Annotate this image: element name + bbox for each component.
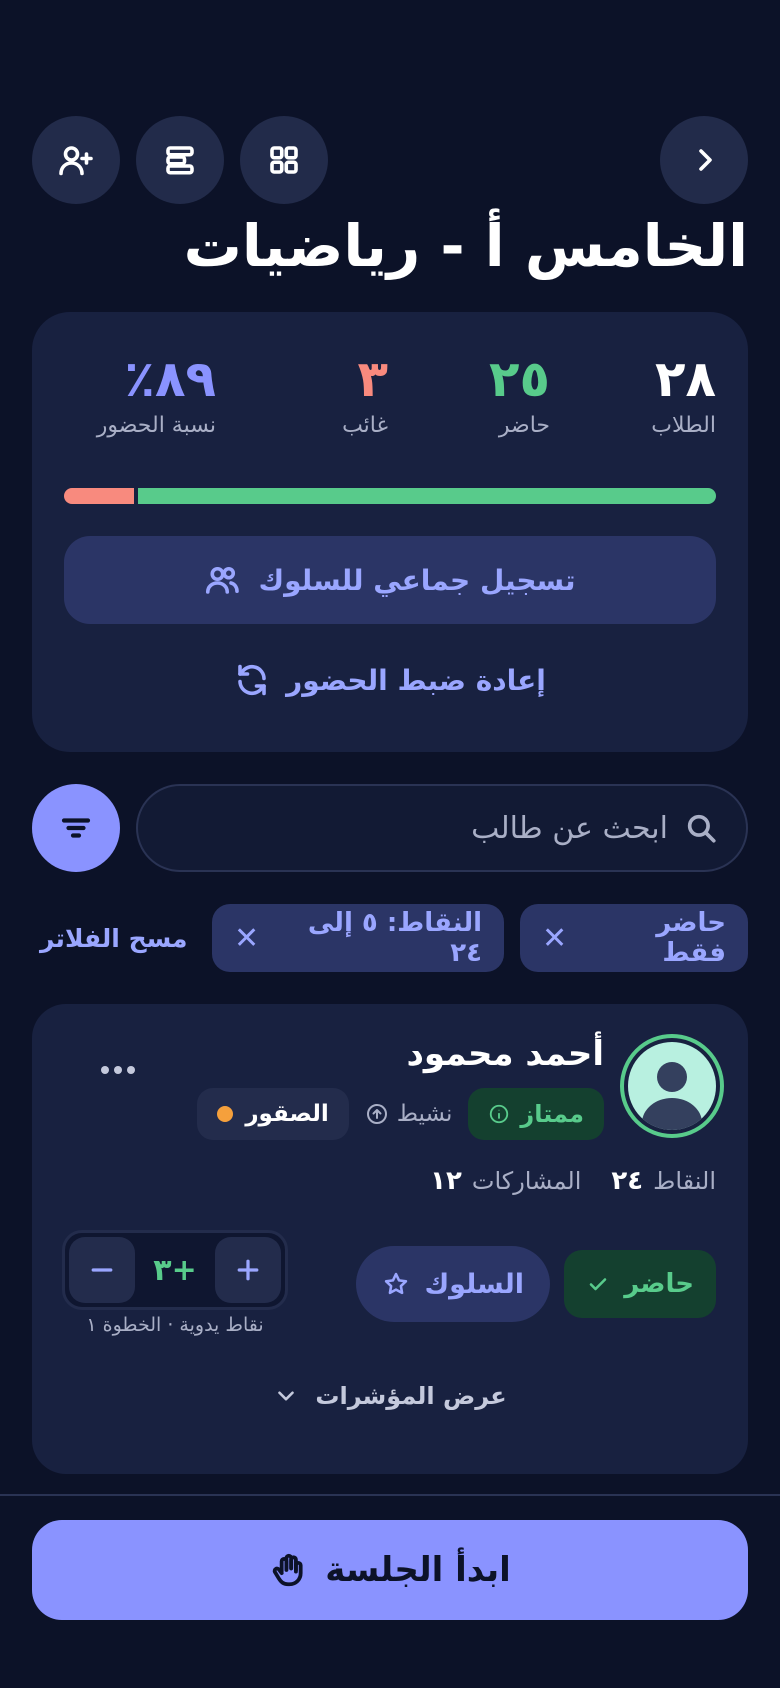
decrement-button[interactable] bbox=[69, 1237, 135, 1303]
team-color-dot bbox=[217, 1106, 234, 1122]
star-icon bbox=[385, 1272, 408, 1295]
avatar-head-shape bbox=[657, 1062, 687, 1092]
stepper-note: نقاط يدوية · الخطوة ١ bbox=[86, 1314, 264, 1336]
grid-view-button[interactable] bbox=[240, 116, 328, 204]
show-indicators-label: عرض المؤشرات bbox=[315, 1382, 507, 1410]
metric-points-value: ٢٤ bbox=[611, 1166, 644, 1196]
avatar-image bbox=[628, 1042, 716, 1130]
more-options-button[interactable] bbox=[88, 1050, 148, 1090]
filter-icon bbox=[61, 818, 91, 838]
level-badge: ممتاز bbox=[468, 1088, 604, 1140]
level-badge-label: ممتاز bbox=[520, 1100, 584, 1128]
filter-chip-label: النقاط: ٥ إلى ٢٤ bbox=[307, 908, 482, 968]
search-icon bbox=[687, 814, 716, 843]
minus-icon bbox=[91, 1268, 113, 1272]
filter-chip-present-only[interactable]: حاضر فقط ✕ bbox=[520, 904, 748, 972]
metric-participations: المشاركات ١٢ bbox=[430, 1166, 581, 1196]
grid-icon bbox=[270, 146, 298, 174]
stat-students: ٢٨ الطلاب bbox=[651, 350, 716, 439]
info-icon bbox=[490, 1104, 509, 1124]
student-metrics: النقاط ٢٤ المشاركات ١٢ bbox=[430, 1166, 716, 1196]
chevron-down-icon bbox=[278, 1391, 295, 1401]
back-button[interactable] bbox=[660, 116, 748, 204]
dot bbox=[101, 1066, 109, 1074]
start-session-button[interactable]: ابدأ الجلسة bbox=[32, 1520, 748, 1620]
activity-status: نشيط bbox=[365, 1101, 453, 1127]
stat-rate-label: نسبة الحضور bbox=[96, 413, 216, 438]
behavior-button-label: السلوك bbox=[424, 1268, 524, 1300]
filter-chip-points[interactable]: النقاط: ٥ إلى ٢٤ ✕ bbox=[212, 904, 504, 972]
stat-absent: ٣ غائب bbox=[342, 350, 388, 439]
show-indicators-button[interactable]: عرض المؤشرات bbox=[32, 1382, 748, 1410]
metric-participations-value: ١٢ bbox=[430, 1166, 462, 1196]
stat-present-label: حاضر bbox=[498, 413, 550, 438]
stat-absent-label: غائب bbox=[342, 413, 388, 438]
reset-attendance-label: إعادة ضبط الحضور bbox=[286, 663, 546, 697]
metric-participations-label: المشاركات bbox=[471, 1167, 582, 1195]
stat-absent-value: ٣ bbox=[357, 350, 388, 408]
close-icon[interactable]: ✕ bbox=[542, 921, 567, 956]
avatar-body-shape bbox=[642, 1098, 702, 1130]
activity-status-label: نشيط bbox=[396, 1101, 453, 1127]
add-student-button[interactable] bbox=[32, 116, 120, 204]
stat-rate: ٨٩٪ نسبة الحضور bbox=[96, 350, 216, 439]
student-card[interactable]: أحمد محمود ممتاز نشيط الصقور النقاط ٢٤ ا… bbox=[32, 1004, 748, 1474]
close-icon[interactable]: ✕ bbox=[234, 921, 259, 956]
attendance-toggle-label: حاضر bbox=[624, 1269, 694, 1299]
plus-icon bbox=[237, 1259, 259, 1281]
reset-attendance-button[interactable]: إعادة ضبط الحضور bbox=[64, 652, 716, 708]
user-plus-icon bbox=[59, 146, 93, 176]
stat-students-value: ٢٨ bbox=[654, 350, 716, 408]
clear-filters-link[interactable]: مسح الفلاتر bbox=[40, 916, 188, 960]
group-behavior-button[interactable]: تسجيل جماعي للسلوك bbox=[64, 536, 716, 624]
chevron-right-icon bbox=[699, 149, 712, 171]
points-stepper[interactable]: +٣ bbox=[62, 1230, 288, 1310]
stat-rate-value: ٨٩٪ bbox=[124, 350, 216, 408]
filter-button[interactable] bbox=[32, 784, 120, 872]
group-behavior-label: تسجيل جماعي للسلوك bbox=[258, 563, 576, 597]
list-view-button[interactable] bbox=[136, 116, 224, 204]
check-icon bbox=[589, 1278, 607, 1291]
list-icon bbox=[166, 146, 194, 175]
hand-icon bbox=[273, 1553, 303, 1587]
stat-present-value: ٢٥ bbox=[488, 350, 550, 408]
users-icon bbox=[206, 566, 240, 594]
avatar bbox=[620, 1034, 724, 1138]
metric-points-label: النقاط bbox=[653, 1167, 716, 1195]
refresh-icon bbox=[238, 664, 266, 696]
page-title: الخامس أ - رياضيات bbox=[183, 212, 748, 280]
metric-points: النقاط ٢٤ bbox=[611, 1166, 716, 1196]
attendance-toggle-button[interactable]: حاضر bbox=[564, 1250, 716, 1318]
search-box[interactable] bbox=[136, 784, 748, 872]
stat-students-label: الطلاب bbox=[651, 413, 716, 438]
stepper-value: +٣ bbox=[153, 1252, 197, 1288]
student-name: أحمد محمود bbox=[406, 1034, 604, 1074]
attendance-progress-bar bbox=[64, 488, 716, 504]
behavior-button[interactable]: السلوك bbox=[356, 1246, 550, 1322]
team-badge: الصقور bbox=[197, 1088, 349, 1140]
student-badges: ممتاز نشيط الصقور bbox=[197, 1088, 604, 1140]
dot bbox=[114, 1066, 122, 1074]
stats-card: ٢٨ الطلاب ٢٥ حاضر ٣ غائب ٨٩٪ نسبة الحضور… bbox=[32, 312, 748, 752]
increment-button[interactable] bbox=[214, 1237, 281, 1303]
stat-present: ٢٥ حاضر bbox=[488, 350, 550, 439]
progress-absent-segment bbox=[64, 488, 134, 504]
team-badge-label: الصقور bbox=[245, 1101, 329, 1127]
search-input[interactable] bbox=[166, 810, 668, 846]
arrow-up-circle-icon bbox=[366, 1104, 387, 1124]
start-session-label: ابدأ الجلسة bbox=[325, 1550, 511, 1590]
dot bbox=[127, 1066, 135, 1074]
footer-divider bbox=[0, 1494, 780, 1496]
progress-present-segment bbox=[137, 488, 716, 504]
filter-chip-label: حاضر فقط bbox=[656, 908, 726, 968]
class-screen: الخامس أ - رياضيات ٢٨ الطلاب ٢٥ حاضر ٣ غ… bbox=[0, 0, 780, 1688]
